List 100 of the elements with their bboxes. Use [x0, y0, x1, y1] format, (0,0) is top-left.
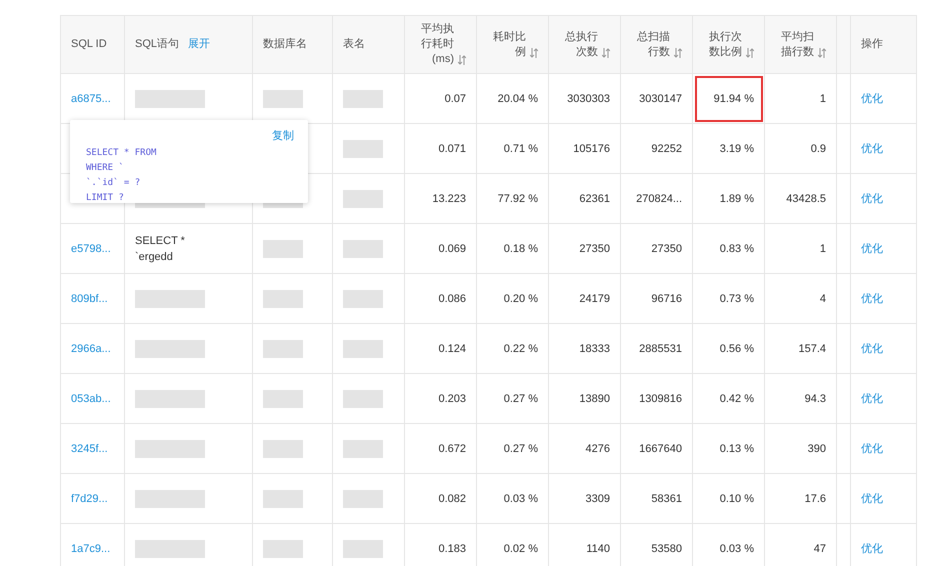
- code-line: LIMIT ?: [86, 192, 124, 205]
- sort-icon[interactable]: [602, 48, 610, 58]
- optimize-link[interactable]: 优化: [861, 193, 883, 205]
- table-cell: 0.18 %: [504, 242, 538, 254]
- table-cell: 0.183: [438, 542, 466, 554]
- optimize-link[interactable]: 优化: [861, 443, 883, 455]
- sql-id-link[interactable]: 3245f...: [71, 442, 108, 454]
- optimize-link[interactable]: 优化: [861, 93, 883, 105]
- sql-id-link[interactable]: e5798...: [71, 242, 111, 254]
- table-cell: 27350: [651, 242, 682, 254]
- column-header: 平均扫描行数: [780, 30, 814, 60]
- table-cell: 58361: [651, 492, 682, 504]
- copy-link[interactable]: 复制: [272, 128, 294, 143]
- table-cell: 0.124: [438, 342, 466, 354]
- expand-link[interactable]: 展开: [188, 38, 210, 50]
- column-header: 表名: [343, 38, 365, 50]
- table-cell: 0.082: [438, 492, 466, 504]
- table-cell: 3309: [586, 492, 610, 504]
- table-cell: 0.73 %: [720, 292, 754, 304]
- table-cell: 0.13 %: [720, 442, 754, 454]
- table-cell: 13890: [579, 392, 610, 404]
- redacted-block: [135, 90, 205, 108]
- redacted-block: [263, 390, 303, 408]
- table-cell: 0.071: [438, 142, 466, 154]
- sort-icon[interactable]: [458, 55, 466, 65]
- optimize-link[interactable]: 优化: [861, 393, 883, 405]
- table-cell: 0.07: [444, 92, 466, 104]
- table-cell: 0.10 %: [720, 492, 754, 504]
- redacted-block: [263, 90, 303, 108]
- table-cell: 0.71 %: [504, 142, 538, 154]
- redacted-block: [343, 190, 383, 208]
- table-cell: 3030147: [639, 92, 682, 104]
- table-cell: 0.03 %: [720, 542, 754, 554]
- redacted-block: [343, 390, 383, 408]
- column-header: 耗时比例: [492, 30, 526, 60]
- table-cell: 94.3: [804, 392, 826, 404]
- column-header: 总执行次数: [564, 30, 598, 60]
- redacted-block: [263, 540, 303, 558]
- table-cell: 17.6: [804, 492, 826, 504]
- redacted-block: [343, 240, 383, 258]
- table-cell: 27350: [579, 242, 610, 254]
- table-cell: 1: [820, 242, 826, 254]
- table-cell: 77.92 %: [498, 192, 538, 204]
- redacted-block: [343, 540, 383, 558]
- column-header: 总扫描行数: [636, 30, 670, 60]
- table-cell: 0.9: [810, 142, 826, 154]
- table-cell: 43428.5: [786, 192, 826, 204]
- column-header: 平均执行耗时(ms): [420, 22, 454, 67]
- sort-icon[interactable]: [674, 48, 682, 58]
- optimize-link[interactable]: 优化: [861, 293, 883, 305]
- sql-id-link[interactable]: 2966a...: [71, 342, 111, 354]
- code-line: SELECT * FROM: [86, 147, 156, 160]
- table-cell: 1309816: [639, 392, 682, 404]
- sql-id-link[interactable]: 809bf...: [71, 292, 108, 304]
- sort-icon[interactable]: [818, 48, 826, 58]
- table-cell: 1.89 %: [720, 192, 754, 204]
- redacted-block: [343, 290, 383, 308]
- redacted-block: [135, 290, 205, 308]
- column-header: 数据库名: [263, 38, 307, 50]
- sql-id-link[interactable]: f7d29...: [71, 492, 108, 504]
- redacted-block: [135, 440, 205, 458]
- sort-icon[interactable]: [746, 48, 754, 58]
- table-cell: 4: [820, 292, 826, 304]
- redacted-block: [135, 540, 205, 558]
- table-cell: 0.20 %: [504, 292, 538, 304]
- sort-icon[interactable]: [530, 48, 538, 58]
- sql-text: SELECT *: [135, 234, 186, 248]
- column-header: 执行次数比例: [708, 30, 742, 60]
- table-cell: 92252: [651, 142, 682, 154]
- table-cell: 2885531: [639, 342, 682, 354]
- sql-id-link[interactable]: 1a7c9...: [71, 542, 110, 554]
- table-cell: 4276: [586, 442, 610, 454]
- table-cell: 0.27 %: [504, 392, 538, 404]
- redacted-block: [263, 340, 303, 358]
- table-cell: 0.83 %: [720, 242, 754, 254]
- optimize-link[interactable]: 优化: [861, 343, 883, 355]
- table-cell: 1: [820, 92, 826, 104]
- redacted-block: [263, 290, 303, 308]
- optimize-link[interactable]: 优化: [861, 493, 883, 505]
- optimize-link[interactable]: 优化: [861, 143, 883, 155]
- table-cell: 91.94 %: [714, 92, 754, 104]
- optimize-link[interactable]: 优化: [861, 543, 883, 555]
- table-cell: 0.672: [438, 442, 466, 454]
- column-header: SQL ID: [71, 38, 107, 50]
- sql-id-link[interactable]: 053ab...: [71, 392, 111, 404]
- column-header: 操作: [861, 38, 883, 50]
- table-cell: 0.03 %: [504, 492, 538, 504]
- optimize-link[interactable]: 优化: [861, 243, 883, 255]
- table-cell: 0.42 %: [720, 392, 754, 404]
- table-cell: 3030303: [567, 92, 610, 104]
- table-cell: 18333: [579, 342, 610, 354]
- table-cell: 0.069: [438, 242, 466, 254]
- redacted-block: [263, 440, 303, 458]
- table-cell: 3.19 %: [720, 142, 754, 154]
- table-cell: 24179: [579, 292, 610, 304]
- redacted-block: [263, 240, 303, 258]
- table-cell: 0.086: [438, 292, 466, 304]
- table-cell: 0.02 %: [504, 542, 538, 554]
- sql-id-link[interactable]: a6875...: [71, 92, 111, 104]
- table-cell: 270824...: [636, 192, 682, 204]
